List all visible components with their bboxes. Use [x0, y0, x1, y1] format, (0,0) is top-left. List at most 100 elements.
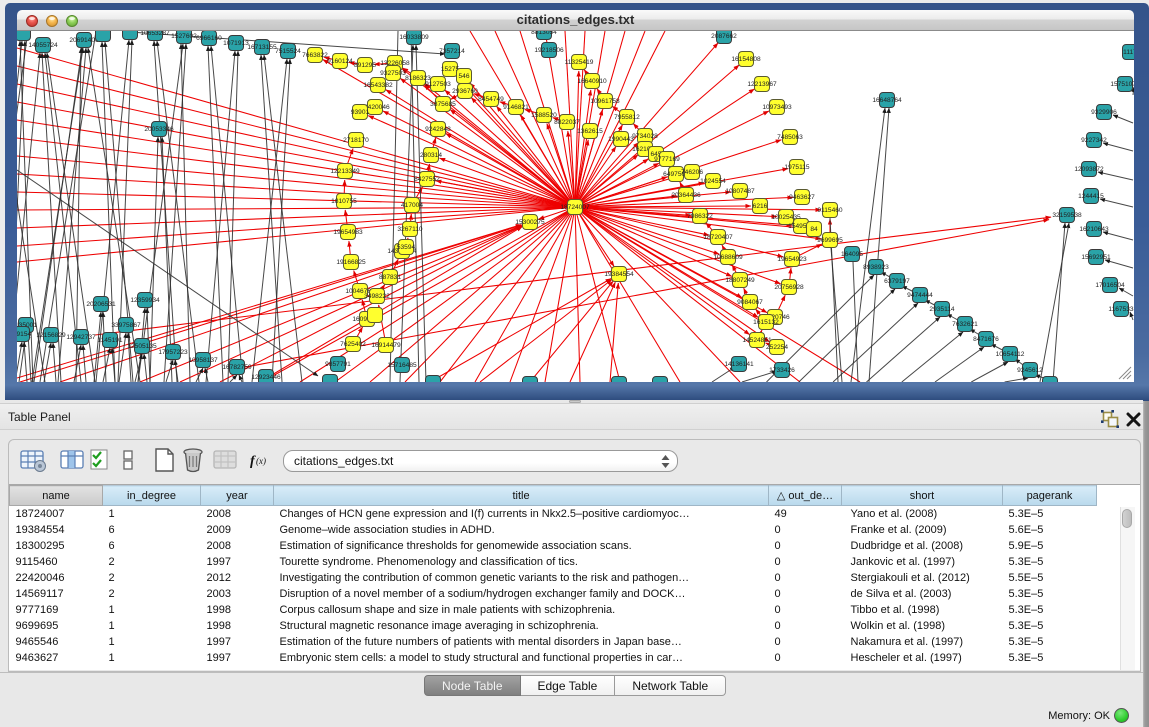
svg-text:1810755: 1810755 — [331, 198, 357, 205]
svg-text:12156829: 12156829 — [36, 332, 66, 339]
svg-text:8471676: 8471676 — [973, 336, 999, 343]
svg-text:7955812: 7955812 — [614, 114, 640, 121]
svg-text:39154: 39154 — [17, 331, 31, 338]
svg-text:10688609: 10688609 — [713, 254, 743, 261]
svg-text:12505135: 12505135 — [127, 343, 157, 350]
svg-text:93901: 93901 — [351, 109, 370, 116]
svg-text:7485063: 7485063 — [777, 134, 803, 141]
svg-text:1733426: 1733426 — [769, 367, 795, 374]
svg-text:2087662: 2087662 — [711, 33, 737, 40]
svg-text:16914479: 16914479 — [371, 342, 401, 349]
svg-text:6379197: 6379197 — [884, 278, 910, 285]
svg-text:9699695: 9699695 — [817, 237, 843, 244]
svg-text:20364436: 20364436 — [671, 192, 701, 199]
svg-text:15751074: 15751074 — [1110, 81, 1134, 88]
svg-text:18720407: 18720407 — [703, 234, 733, 241]
svg-text:20206531: 20206531 — [86, 301, 116, 308]
svg-text:16713155: 16713155 — [247, 44, 277, 51]
svg-text:9084067: 9084067 — [737, 299, 763, 306]
svg-text:12359934: 12359934 — [130, 297, 160, 304]
svg-text:32159538: 32159538 — [1052, 212, 1082, 219]
svg-text:(x): (x) — [256, 456, 266, 466]
svg-text:9463627: 9463627 — [789, 194, 815, 201]
svg-text:8813054: 8813054 — [531, 31, 557, 36]
svg-text:1990443: 1990443 — [608, 136, 634, 143]
svg-text:10654112: 10654112 — [996, 351, 1025, 358]
svg-text:19218506: 19218506 — [534, 47, 564, 54]
svg-text:14055724: 14055724 — [28, 42, 58, 49]
svg-text:417004: 417004 — [401, 202, 423, 209]
svg-text:10807487: 10807487 — [725, 188, 755, 195]
svg-text:53594: 53594 — [397, 244, 416, 251]
svg-text:1071913: 1071913 — [223, 40, 249, 47]
svg-text:1588520: 1588520 — [531, 112, 557, 119]
svg-text:9474444: 9474444 — [907, 292, 933, 299]
svg-text:10653287: 10653287 — [140, 31, 170, 37]
svg-text:7663822: 7663822 — [302, 52, 328, 59]
svg-text:7625402: 7625402 — [340, 341, 366, 348]
svg-text:7357214: 7357214 — [439, 48, 465, 55]
svg-text:6216: 6216 — [753, 203, 768, 210]
svg-text:2718170: 2718170 — [343, 137, 369, 144]
svg-text:15716485: 15716485 — [387, 362, 417, 369]
svg-text:15692951: 15692951 — [1081, 254, 1111, 261]
svg-text:3498222: 3498222 — [364, 293, 390, 300]
svg-text:20053346: 20053346 — [144, 126, 174, 133]
svg-text:9857791: 9857791 — [325, 361, 351, 368]
svg-text:1975115: 1975115 — [784, 164, 810, 171]
svg-text:20691406: 20691406 — [69, 37, 99, 44]
svg-text:84: 84 — [810, 226, 818, 233]
svg-text:887831: 887831 — [379, 274, 401, 281]
svg-text:9245612: 9245612 — [1017, 367, 1043, 374]
svg-text:8822037: 8822037 — [554, 119, 580, 126]
svg-text:9115460: 9115460 — [817, 207, 843, 214]
svg-text:2935114: 2935114 — [929, 306, 955, 313]
svg-text:19654983: 19654983 — [333, 229, 363, 236]
svg-text:9327503: 9327503 — [380, 70, 406, 77]
svg-text:14524851: 14524851 — [742, 337, 772, 344]
svg-text:9160124: 9160124 — [327, 58, 353, 65]
svg-text:1244415: 1244415 — [1078, 193, 1104, 200]
svg-text:3875685: 3875685 — [430, 101, 456, 108]
svg-text:9329906: 9329906 — [1091, 109, 1117, 116]
svg-text:12213349: 12213349 — [330, 168, 360, 175]
svg-text:20756928: 20756928 — [774, 284, 804, 291]
svg-text:18724007: 18724007 — [560, 204, 590, 211]
svg-text:33975867: 33975867 — [111, 322, 141, 329]
svg-text:16210643: 16210643 — [1079, 226, 1109, 233]
svg-text:16033809: 16033809 — [399, 34, 429, 41]
svg-text:891295: 891295 — [354, 62, 376, 69]
svg-text:6966160: 6966160 — [196, 35, 222, 42]
svg-text:18807249: 18807249 — [725, 277, 755, 284]
svg-text:16782759: 16782759 — [222, 364, 252, 371]
svg-text:16648764: 16648764 — [872, 97, 902, 104]
svg-text:12923446: 12923446 — [251, 374, 281, 381]
svg-text:8938923: 8938923 — [863, 264, 889, 271]
svg-text:10961758: 10961758 — [590, 98, 620, 105]
svg-text:164095: 164095 — [841, 251, 863, 258]
svg-text:1024554: 1024554 — [700, 178, 726, 185]
svg-text:19384554: 19384554 — [604, 271, 634, 278]
svg-text:746206: 746206 — [681, 169, 703, 176]
svg-text:1117: 1117 — [1123, 49, 1134, 56]
svg-text:1615132: 1615132 — [753, 319, 779, 326]
svg-text:7632621: 7632621 — [952, 321, 978, 328]
svg-text:1145191: 1145191 — [97, 337, 123, 344]
svg-text:17016504: 17016504 — [1095, 282, 1125, 289]
svg-text:9777169: 9777169 — [654, 156, 680, 163]
svg-text:7986322: 7986322 — [687, 213, 713, 220]
svg-text:14136141: 14136141 — [724, 361, 754, 368]
svg-text:12213967: 12213967 — [747, 81, 777, 88]
svg-text:9227342: 9227342 — [1081, 137, 1107, 144]
svg-text:2936760: 2936760 — [452, 88, 478, 95]
svg-text:546: 546 — [458, 73, 469, 80]
svg-text:7515524: 7515524 — [275, 48, 301, 55]
svg-text:9127503: 9127503 — [425, 81, 451, 88]
svg-text:16640910: 16640910 — [577, 78, 607, 85]
svg-text:11325419: 11325419 — [565, 59, 594, 66]
svg-text:8427552: 8427552 — [414, 176, 440, 183]
svg-text:9734028: 9734028 — [632, 133, 658, 140]
svg-text:9242848: 9242848 — [425, 126, 451, 133]
svg-text:1362615: 1362615 — [577, 128, 603, 135]
svg-text:19166825: 19166825 — [336, 259, 366, 266]
